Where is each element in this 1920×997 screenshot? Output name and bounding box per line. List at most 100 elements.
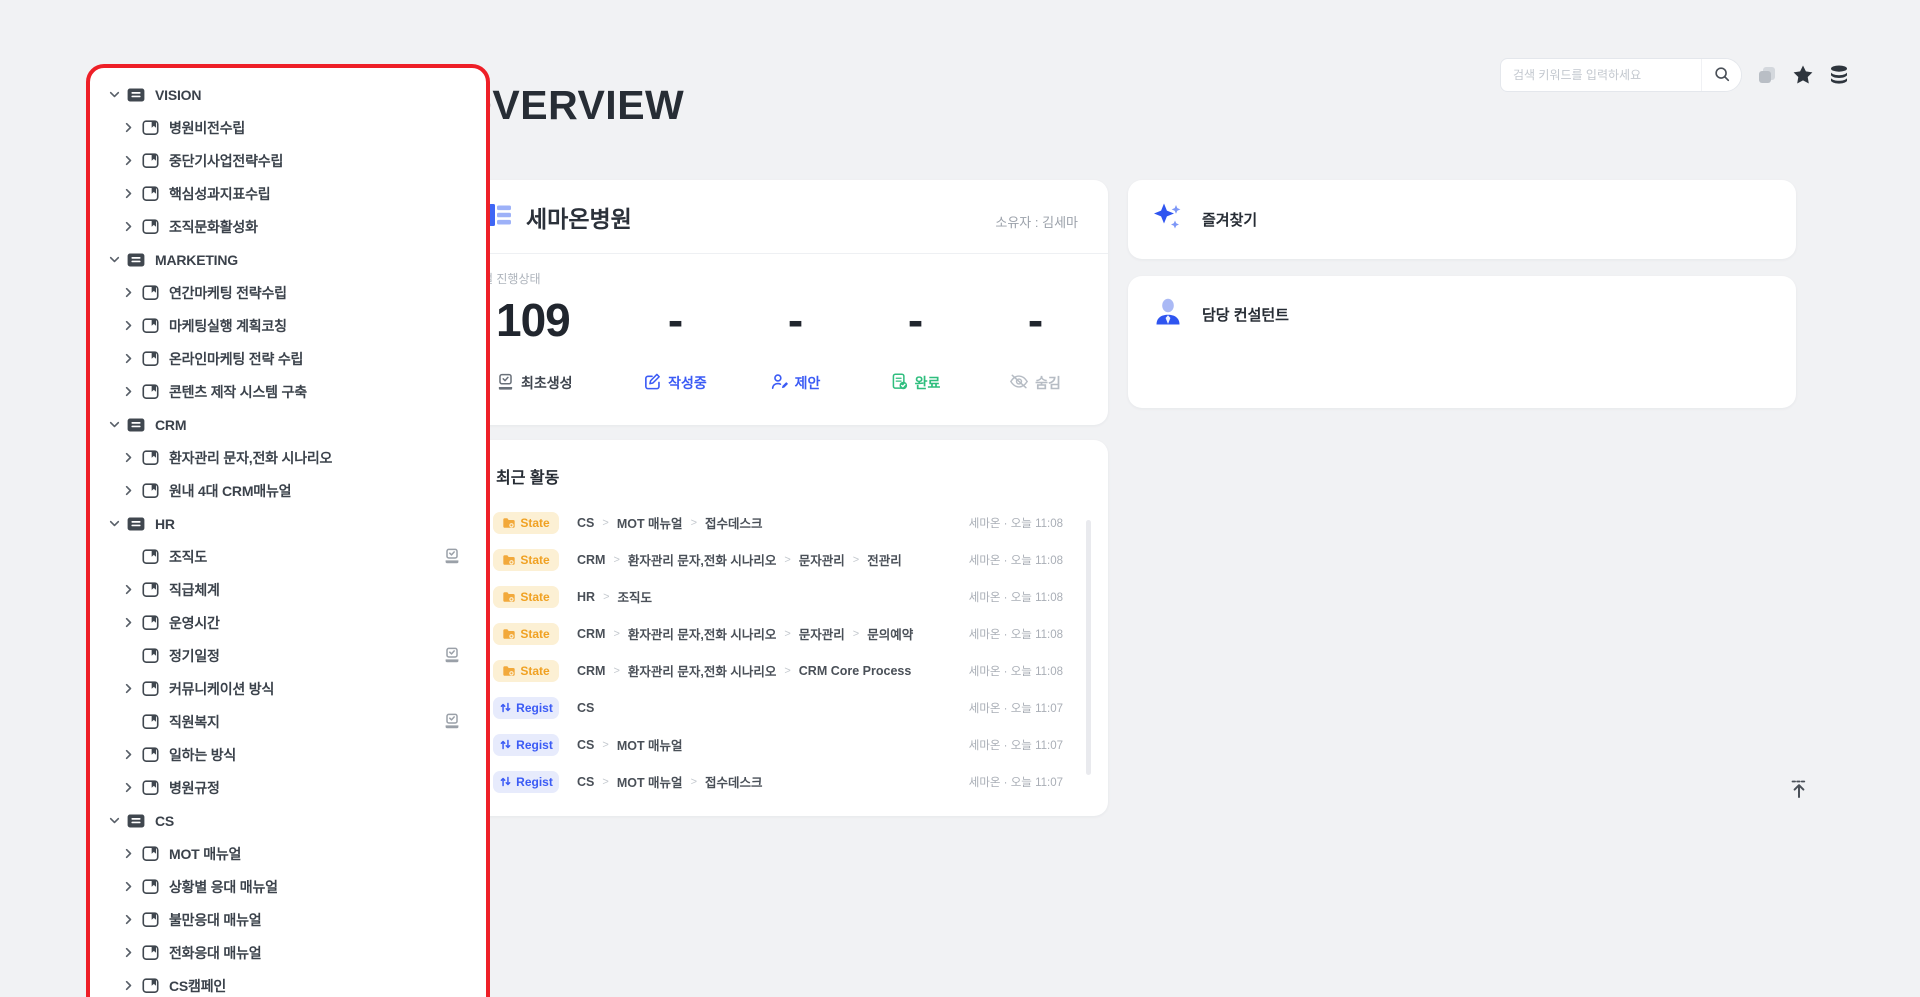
chevron-right-icon[interactable] xyxy=(118,976,138,996)
breadcrumb-segment: 환자관리 문자,전화 시나리오 xyxy=(627,554,777,568)
breadcrumb-segment: CS xyxy=(577,737,595,752)
folder-bookmark-icon xyxy=(140,877,160,897)
chevron-right-icon[interactable] xyxy=(118,316,138,336)
activity-row[interactable]: Regist CS > MOT 매뉴얼 세마온 · 오늘 11:07 xyxy=(460,726,1108,763)
tree-item-row[interactable]: 연간마케팅 전략수립 xyxy=(90,276,486,309)
chevron-right-icon[interactable] xyxy=(118,745,138,765)
chevron-right-icon[interactable] xyxy=(118,283,138,303)
breadcrumb-separator: > xyxy=(852,627,860,640)
chevron-right-icon[interactable] xyxy=(118,943,138,963)
tree-item-row[interactable]: 전화응대 매뉴얼 xyxy=(90,936,486,969)
breadcrumb-segment: CS xyxy=(577,515,595,530)
breadcrumb-separator: > xyxy=(852,553,860,566)
edit-icon xyxy=(643,372,662,394)
tree-item-row[interactable]: 직급체계 xyxy=(90,573,486,606)
search-button[interactable] xyxy=(1701,59,1741,91)
breadcrumb-separator: > xyxy=(613,664,620,677)
chevron-right-icon[interactable] xyxy=(118,349,138,369)
database-icon[interactable] xyxy=(1828,64,1850,86)
stat-value: 109 xyxy=(496,294,571,346)
tree-item-row[interactable]: 조직문화활성화 xyxy=(90,210,486,243)
tree-item-row[interactable]: 조직도 xyxy=(90,540,486,573)
person-edit-icon xyxy=(770,372,789,394)
copy-icon[interactable] xyxy=(1756,64,1778,86)
chevron-right-icon[interactable] xyxy=(118,151,138,171)
folder-bookmark-icon xyxy=(140,646,160,666)
chevron-down-icon[interactable] xyxy=(104,811,124,831)
tree-item-row[interactable]: MOT 매뉴얼 xyxy=(90,837,486,870)
tree-item-row[interactable]: 불만응대 매뉴얼 xyxy=(90,903,486,936)
tree-section-row[interactable]: VISION xyxy=(90,78,486,111)
tree-item-row[interactable]: 중단기사업전략수립 xyxy=(90,144,486,177)
tree-section-row[interactable]: CRM xyxy=(90,408,486,441)
chevron-right-icon[interactable] xyxy=(118,844,138,864)
breadcrumb-segment: CS xyxy=(577,774,595,789)
owner-label: 소유자 : 김세마 xyxy=(995,215,1078,230)
activity-row[interactable]: State CRM > 환자관리 문자,전화 시나리오 > 문자관리 > 전관리 세마온 · 오… xyxy=(460,541,1108,578)
folder-bookmark-icon xyxy=(140,613,160,633)
activity-row[interactable]: State CRM > 환자관리 문자,전화 시나리오 > 문자관리 > 문의예약 세마온 · … xyxy=(460,615,1108,652)
tree-item-label: MOT 매뉴얼 xyxy=(169,845,242,862)
tree-item-row[interactable]: 정기일정 xyxy=(90,639,486,672)
chevron-right-icon[interactable] xyxy=(118,877,138,897)
tree-item-row[interactable]: 원내 4대 CRM매뉴얼 xyxy=(90,474,486,507)
activity-row[interactable]: Regist CS > MOT 매뉴얼 > 접수데스크 세마온 · 오늘 11:07 xyxy=(460,763,1108,800)
chevron-down-icon[interactable] xyxy=(104,415,124,435)
star-icon[interactable] xyxy=(1792,64,1814,86)
chevron-right-icon[interactable] xyxy=(118,118,138,138)
search-icon xyxy=(1713,65,1731,86)
stat-hidden: - 숨김 xyxy=(980,292,1090,394)
tree-item-row[interactable]: 운영시간 xyxy=(90,606,486,639)
tree-section-row[interactable]: HR xyxy=(90,507,486,540)
tree-section-label: CRM xyxy=(155,416,187,433)
chevron-right-icon[interactable] xyxy=(118,613,138,633)
scroll-to-top-button[interactable] xyxy=(1782,774,1816,808)
chevron-down-icon[interactable] xyxy=(104,514,124,534)
tree-item-row[interactable]: 커뮤니케이션 방식 xyxy=(90,672,486,705)
chevron-down-icon[interactable] xyxy=(104,250,124,270)
activity-row[interactable]: Regist CS 세마온 · 오늘 11:07 xyxy=(460,689,1108,726)
breadcrumb-segment: MOT 매뉴얼 xyxy=(616,739,683,753)
tree-item-row[interactable]: 환자관리 문자,전화 시나리오 xyxy=(90,441,486,474)
tree-item-row[interactable]: CS캠페인 xyxy=(90,969,486,997)
activity-row[interactable]: State CS > MOT 매뉴얼 > 접수데스크 세마온 · 오늘 11:08 xyxy=(460,504,1108,541)
search-input[interactable] xyxy=(1501,59,1701,91)
category-box-icon xyxy=(126,250,146,270)
breadcrumb-segment: CRM Core Process xyxy=(798,663,912,678)
activity-breadcrumb: CRM > 환자관리 문자,전화 시나리오 > 문자관리 > 문의예약 xyxy=(577,624,913,643)
tree-item-row[interactable]: 일하는 방식 xyxy=(90,738,486,771)
breadcrumb-segment: MOT 매뉴얼 xyxy=(616,517,683,531)
inbox-check-icon xyxy=(496,372,515,394)
chevron-right-icon[interactable] xyxy=(118,679,138,699)
tree-item-row[interactable]: 콘텐츠 제작 시스템 구축 xyxy=(90,375,486,408)
activity-meta: 세마온 · 오늘 11:08 xyxy=(968,591,1063,604)
tree-item-row[interactable]: 마케팅실행 계획코칭 xyxy=(90,309,486,342)
tree-item-row[interactable]: 온라인마케팅 전략 수립 xyxy=(90,342,486,375)
tree-item-label: 원내 4대 CRM매뉴얼 xyxy=(169,482,292,499)
tree-item-row[interactable]: 병원비전수립 xyxy=(90,111,486,144)
tree-item-row[interactable]: 병원규정 xyxy=(90,771,486,804)
activity-row[interactable]: State HR > 조직도 세마온 · 오늘 11:08 xyxy=(460,578,1108,615)
tree-section-row[interactable]: CS xyxy=(90,804,486,837)
chevron-right-icon[interactable] xyxy=(118,448,138,468)
chevron-right-icon[interactable] xyxy=(118,580,138,600)
breadcrumb-separator: > xyxy=(602,775,609,788)
tree-item-row[interactable]: 핵심성과지표수립 xyxy=(90,177,486,210)
chevron-down-icon[interactable] xyxy=(104,85,124,105)
activity-scrollbar[interactable] xyxy=(1086,520,1091,775)
tree-section-row[interactable]: MARKETING xyxy=(90,243,486,276)
activity-row[interactable]: State CRM > 환자관리 문자,전화 시나리오 > CRM Core Proces… xyxy=(460,652,1108,689)
chevron-right-icon[interactable] xyxy=(118,184,138,204)
chevron-right-icon[interactable] xyxy=(118,217,138,237)
tree-item-row[interactable]: 직원복지 xyxy=(90,705,486,738)
tree-item-row[interactable]: 상황별 응대 매뉴얼 xyxy=(90,870,486,903)
stat-label: 완료 xyxy=(914,375,941,391)
chevron-right-icon[interactable] xyxy=(118,382,138,402)
activity-breadcrumb: CS xyxy=(577,701,594,715)
folder-bookmark-icon xyxy=(140,349,160,369)
category-box-icon xyxy=(126,85,146,105)
stat-value: - xyxy=(1027,294,1043,346)
chevron-right-icon[interactable] xyxy=(118,910,138,930)
chevron-right-icon[interactable] xyxy=(118,778,138,798)
chevron-right-icon[interactable] xyxy=(118,481,138,501)
